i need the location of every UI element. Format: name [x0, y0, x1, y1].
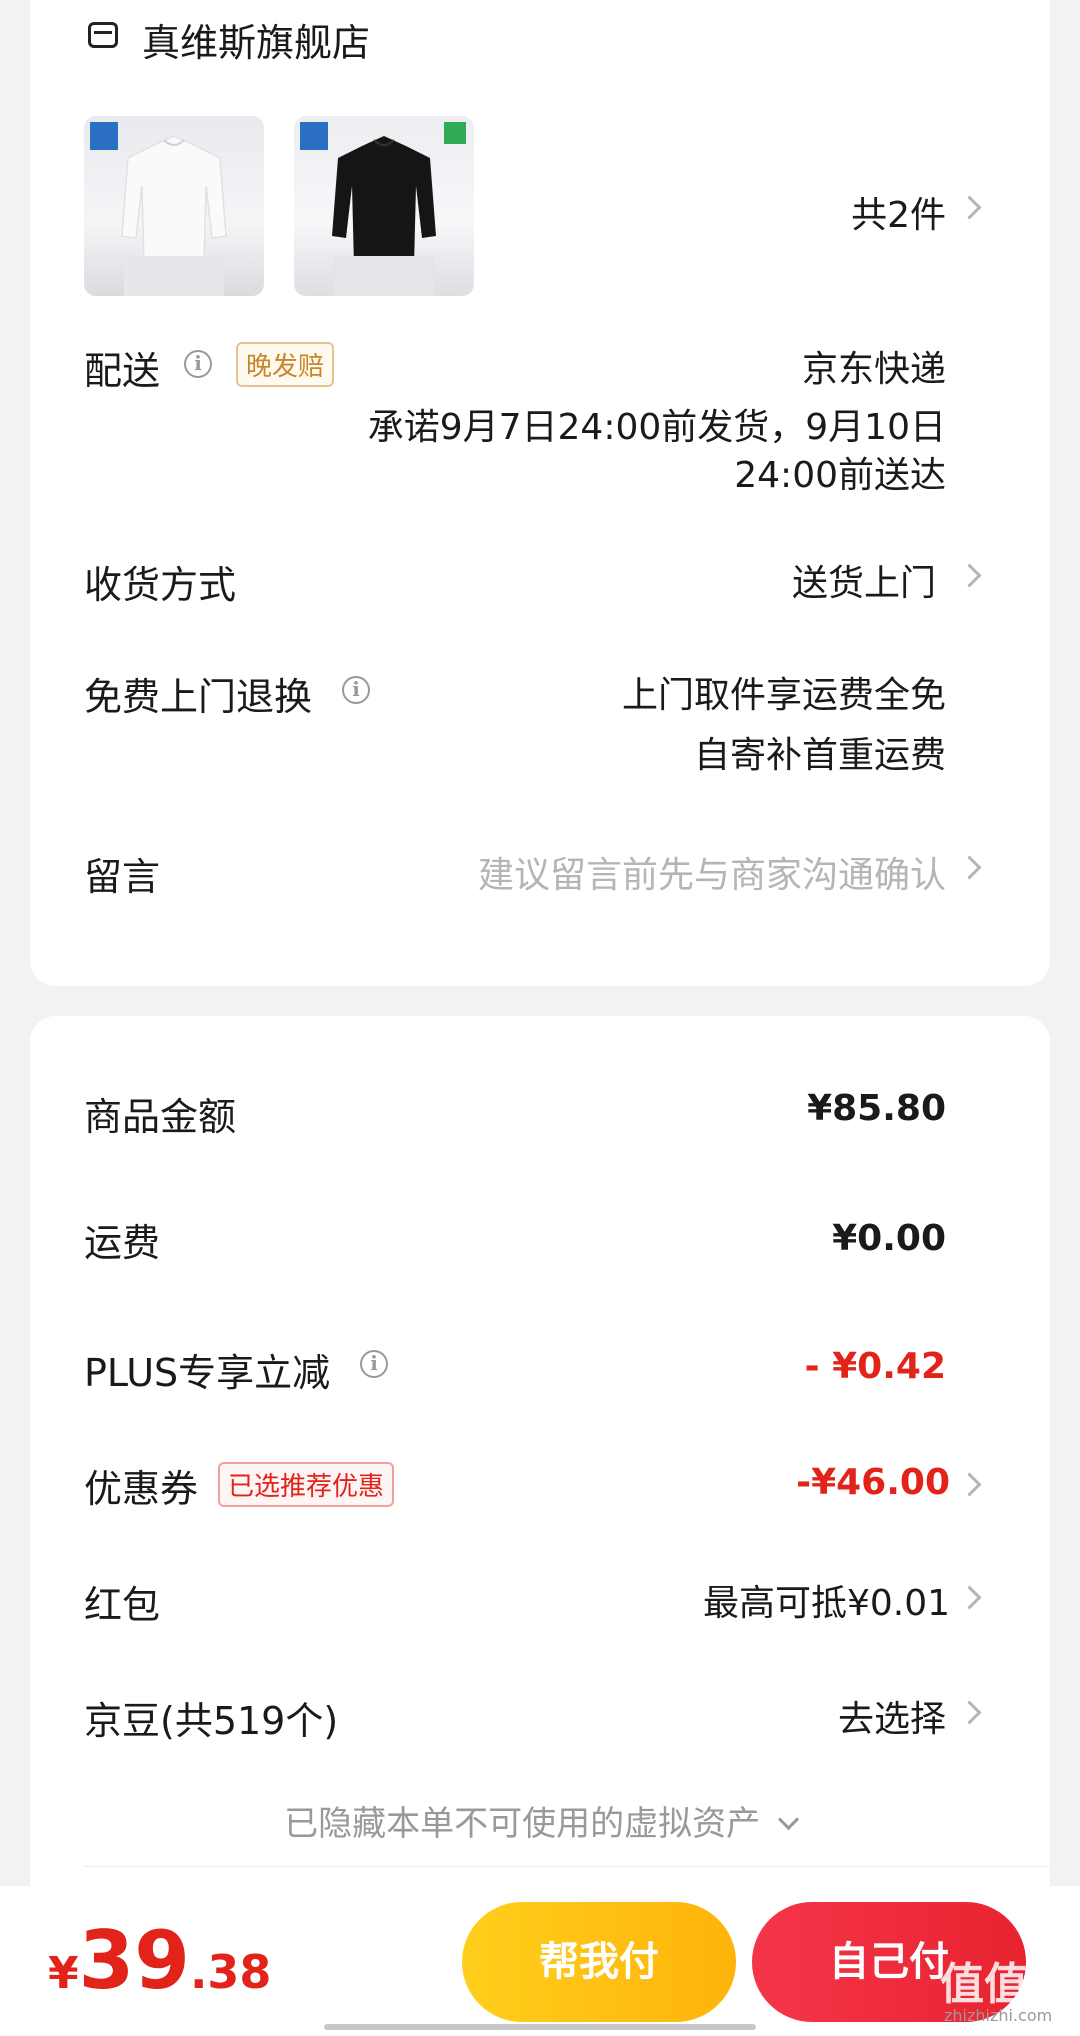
price-decimal: .38: [189, 1945, 272, 1999]
coupon-label: 优惠券: [84, 1467, 199, 1511]
plus-discount-label: PLUS专享立减: [84, 1351, 331, 1395]
info-icon[interactable]: i: [184, 350, 212, 378]
delivery-promise-line1: 承诺9月7日24:00前发货，9月10日: [367, 407, 946, 448]
delivery-carrier: 京东快递: [801, 349, 946, 390]
home-indicator: [324, 2024, 756, 2030]
late-delivery-compensation-tag[interactable]: 晚发赔: [236, 342, 335, 387]
receive-method-value[interactable]: 送货上门: [792, 554, 936, 606]
goods-amount-label: 商品金额: [84, 1095, 237, 1139]
white-shirt-image: [90, 122, 227, 296]
hidden-assets-toggle[interactable]: 已隐藏本单不可使用的虚拟资产: [30, 1796, 1050, 1845]
black-shirt-image: [300, 122, 466, 296]
store-name[interactable]: 真维斯旗舰店: [142, 12, 370, 67]
price-summary-card: 商品金额 ¥85.80 运费 ¥0.00 PLUS专享立减 i - ¥0.42 …: [30, 1016, 1050, 2026]
coupon-value[interactable]: -¥46.00: [796, 1462, 950, 1503]
order-info-card: 真维斯旗舰店 共2件 配送 i 晚发赔 京东快递 承诺9月7日24:00前发货，…: [30, 0, 1050, 986]
info-icon[interactable]: i: [360, 1350, 388, 1378]
message-input[interactable]: 建议留言前先与商家沟通确认: [478, 846, 946, 898]
shipping-fee-value: ¥0.00: [832, 1218, 946, 1259]
message-label: 留言: [84, 855, 161, 899]
currency-symbol: ¥: [48, 1948, 79, 1999]
chevron-right-icon[interactable]: [957, 855, 982, 880]
item-count[interactable]: 共2件: [851, 186, 946, 238]
watermark-url: zhizhizhi.com: [944, 2006, 1053, 2025]
red-packet-label: 红包: [84, 1583, 161, 1627]
info-icon[interactable]: i: [342, 676, 370, 704]
plus-discount-value: - ¥0.42: [804, 1346, 946, 1387]
shipping-fee-label: 运费: [84, 1221, 161, 1265]
product-thumbnail-black-shirt[interactable]: [294, 116, 474, 296]
total-price: ¥39.38: [48, 1914, 271, 2007]
chevron-right-icon[interactable]: [957, 1585, 982, 1610]
hidden-assets-text: 已隐藏本单不可使用的虚拟资产: [284, 1804, 761, 1844]
checkout-bar: ¥39.38 帮我付 自己付 值值值 zhizhizhi.com: [0, 1886, 1080, 2036]
free-return-line1: 上门取件享运费全免: [621, 675, 946, 716]
divider: [84, 1866, 1050, 1867]
watermark-logo: 值值值: [940, 1959, 1072, 2010]
chevron-right-icon[interactable]: [957, 1472, 982, 1497]
chevron-right-icon[interactable]: [957, 563, 982, 588]
free-return-line2: 自寄补首重运费: [693, 735, 946, 776]
red-packet-value[interactable]: 最高可抵¥0.01: [703, 1574, 950, 1626]
jingdou-label: 京豆(共519个): [84, 1699, 339, 1743]
chevron-right-icon[interactable]: [957, 195, 982, 220]
delivery-label: 配送: [84, 349, 161, 393]
jingdou-value[interactable]: 去选择: [838, 1690, 946, 1742]
delivery-promise-line2: 24:00前送达: [734, 455, 946, 496]
store-icon: [88, 22, 118, 48]
free-return-label: 免费上门退换: [84, 675, 313, 719]
price-integer: 39: [78, 1914, 190, 2007]
receive-method-label: 收货方式: [84, 563, 237, 607]
chevron-right-icon[interactable]: [957, 1700, 982, 1725]
goods-amount-value: ¥85.80: [807, 1088, 946, 1129]
help-me-pay-button[interactable]: 帮我付: [462, 1902, 736, 2022]
recommended-coupon-tag[interactable]: 已选推荐优惠: [218, 1462, 395, 1507]
chevron-down-icon: [777, 1808, 800, 1831]
product-thumbnail-white-shirt[interactable]: [84, 116, 264, 296]
